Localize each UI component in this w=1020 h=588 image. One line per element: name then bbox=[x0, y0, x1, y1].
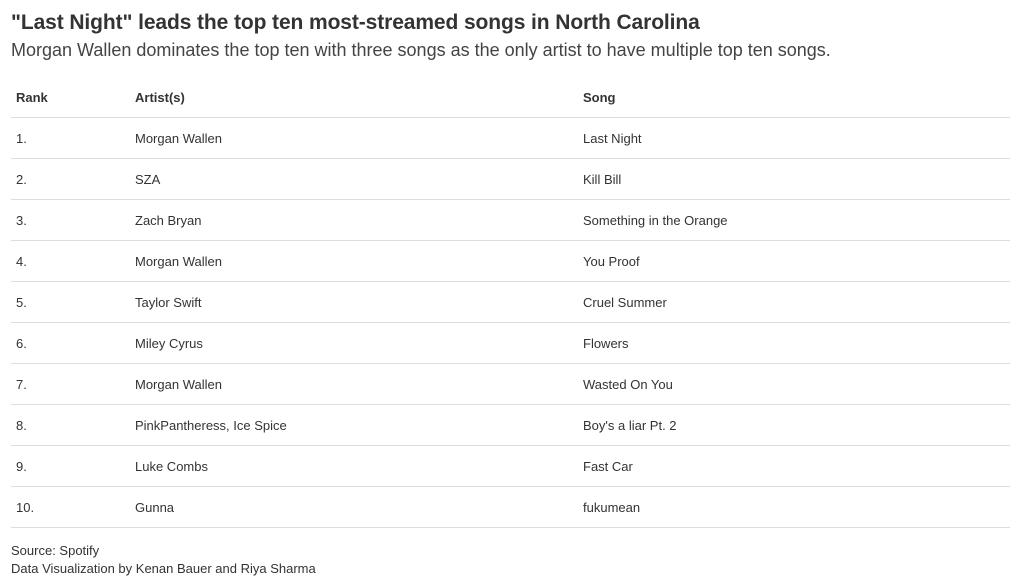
cell-artist: Taylor Swift bbox=[135, 281, 583, 323]
cell-artist: Gunna bbox=[135, 486, 583, 528]
cell-rank: 1. bbox=[11, 117, 135, 159]
table-row: 3. Zach Bryan Something in the Orange bbox=[11, 199, 1010, 241]
cell-rank: 7. bbox=[11, 363, 135, 405]
songs-table: Rank Artist(s) Song 1. Morgan Wallen Last … bbox=[11, 77, 1010, 528]
cell-song: Boy's a liar Pt. 2 bbox=[583, 404, 1010, 446]
source-note: Source: Spotify bbox=[11, 543, 100, 558]
cell-song: fukumean bbox=[583, 486, 1010, 528]
cell-song: Cruel Summer bbox=[583, 281, 1010, 323]
cell-artist: SZA bbox=[135, 158, 583, 200]
cell-artist: Miley Cyrus bbox=[135, 322, 583, 364]
credit-note: Data Visualization by Kenan Bauer and Ri… bbox=[11, 561, 316, 576]
cell-rank: 10. bbox=[11, 486, 135, 528]
table-row: 2. SZA Kill Bill bbox=[11, 158, 1010, 200]
cell-song: Wasted On You bbox=[583, 363, 1010, 405]
cell-rank: 5. bbox=[11, 281, 135, 323]
cell-rank: 8. bbox=[11, 404, 135, 446]
table-row: 7. Morgan Wallen Wasted On You bbox=[11, 363, 1010, 405]
column-header-rank[interactable]: Rank bbox=[11, 77, 135, 118]
cell-song: You Proof bbox=[583, 240, 1010, 282]
table-row: 9. Luke Combs Fast Car bbox=[11, 445, 1010, 487]
cell-rank: 6. bbox=[11, 322, 135, 364]
cell-song: Something in the Orange bbox=[583, 199, 1010, 241]
cell-song: Last Night bbox=[583, 117, 1010, 159]
cell-song: Kill Bill bbox=[583, 158, 1010, 200]
table-row: 4. Morgan Wallen You Proof bbox=[11, 240, 1010, 282]
column-header-artist[interactable]: Artist(s) bbox=[135, 77, 583, 118]
cell-artist: Zach Bryan bbox=[135, 199, 583, 241]
cell-song: Flowers bbox=[583, 322, 1010, 364]
table-row: 8. PinkPantheress, Ice Spice Boy's a liar … bbox=[11, 404, 1010, 446]
cell-artist: Morgan Wallen bbox=[135, 117, 583, 159]
chart-subtitle: Morgan Wallen dominates the top ten with… bbox=[11, 40, 831, 60]
table-row: 5. Taylor Swift Cruel Summer bbox=[11, 281, 1010, 323]
table-row: 10. Gunna fukumean bbox=[11, 486, 1010, 528]
table-row: 6. Miley Cyrus Flowers bbox=[11, 322, 1010, 364]
cell-rank: 2. bbox=[11, 158, 135, 200]
cell-artist: Morgan Wallen bbox=[135, 363, 583, 405]
cell-artist: Luke Combs bbox=[135, 445, 583, 487]
footer: Source: Spotify Data Visualization by Ke… bbox=[11, 542, 316, 578]
cell-rank: 9. bbox=[11, 445, 135, 487]
cell-rank: 3. bbox=[11, 199, 135, 241]
cell-artist: Morgan Wallen bbox=[135, 240, 583, 282]
chart-title: "Last Night" leads the top ten most-stre… bbox=[11, 11, 700, 34]
cell-song: Fast Car bbox=[583, 445, 1010, 487]
table-header-row: Rank Artist(s) Song bbox=[11, 77, 1010, 118]
cell-rank: 4. bbox=[11, 240, 135, 282]
column-header-song[interactable]: Song bbox=[583, 77, 1010, 118]
cell-artist: PinkPantheress, Ice Spice bbox=[135, 404, 583, 446]
table-row: 1. Morgan Wallen Last Night bbox=[11, 117, 1010, 159]
